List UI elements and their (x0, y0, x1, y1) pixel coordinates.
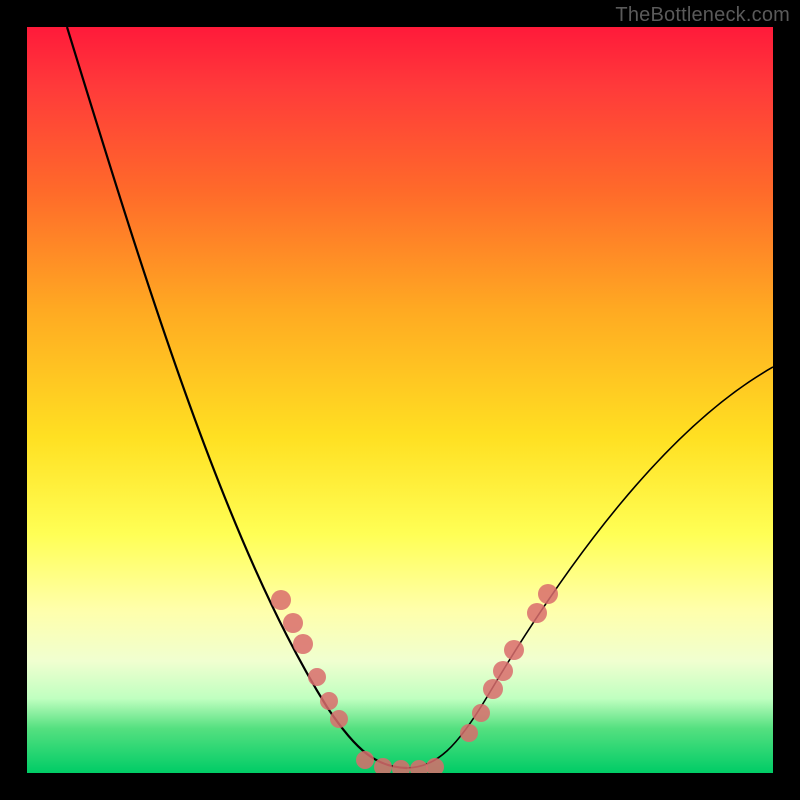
left-curve (67, 27, 407, 768)
data-marker (308, 668, 326, 686)
data-marker (410, 760, 428, 773)
watermark-text: TheBottleneck.com (615, 4, 790, 27)
data-marker (460, 724, 478, 742)
data-marker (293, 634, 313, 654)
data-marker (538, 584, 558, 604)
data-marker (493, 661, 513, 681)
chart-svg (27, 27, 773, 773)
chart-plot-area (27, 27, 773, 773)
right-curve (407, 367, 773, 768)
data-marker (527, 603, 547, 623)
data-marker (320, 692, 338, 710)
data-marker (483, 679, 503, 699)
data-marker (283, 613, 303, 633)
data-marker (330, 710, 348, 728)
data-marker (426, 758, 444, 773)
data-marker (392, 760, 410, 773)
data-marker (271, 590, 291, 610)
data-marker (504, 640, 524, 660)
data-marker (356, 751, 374, 769)
marker-group (271, 584, 558, 773)
data-marker (472, 704, 490, 722)
